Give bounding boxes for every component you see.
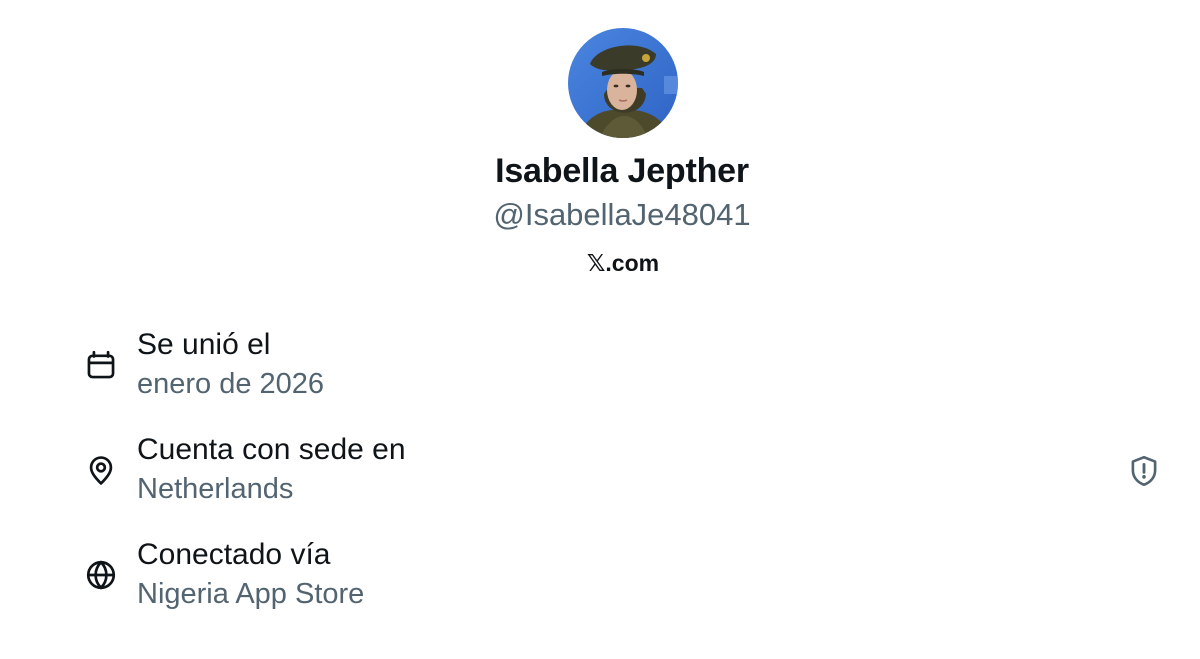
detail-row-location: Cuenta con sede en Netherlands [84,433,1164,523]
detail-label: Conectado vía [137,538,331,571]
detail-label: Se unió el [137,328,271,361]
site-suffix: .com [605,250,660,276]
user-handle: @IsabellaJe48041 [493,197,751,232]
globe-icon [86,560,116,590]
detail-value: enero de 2026 [137,368,325,400]
location-pin-icon [89,456,113,485]
avatar-image [568,28,678,138]
x-logo-icon: 𝕏 [586,251,606,277]
about-account-page: Isabella Jepther @IsabellaJe48041 𝕏.com … [0,0,1200,659]
detail-value: Nigeria App Store [137,578,365,610]
shield-alert-icon[interactable] [1128,454,1160,488]
detail-label: Cuenta con sede en [137,433,406,466]
detail-row-connected: Conectado vía Nigeria App Store [84,538,1164,628]
display-name: Isabella Jepther [495,152,749,190]
detail-value: Netherlands [137,473,294,505]
detail-row-joined: Se unió el enero de 2026 [84,328,1164,418]
avatar[interactable] [568,28,678,138]
calendar-icon [87,350,115,379]
site-label: 𝕏.com [0,250,1200,277]
